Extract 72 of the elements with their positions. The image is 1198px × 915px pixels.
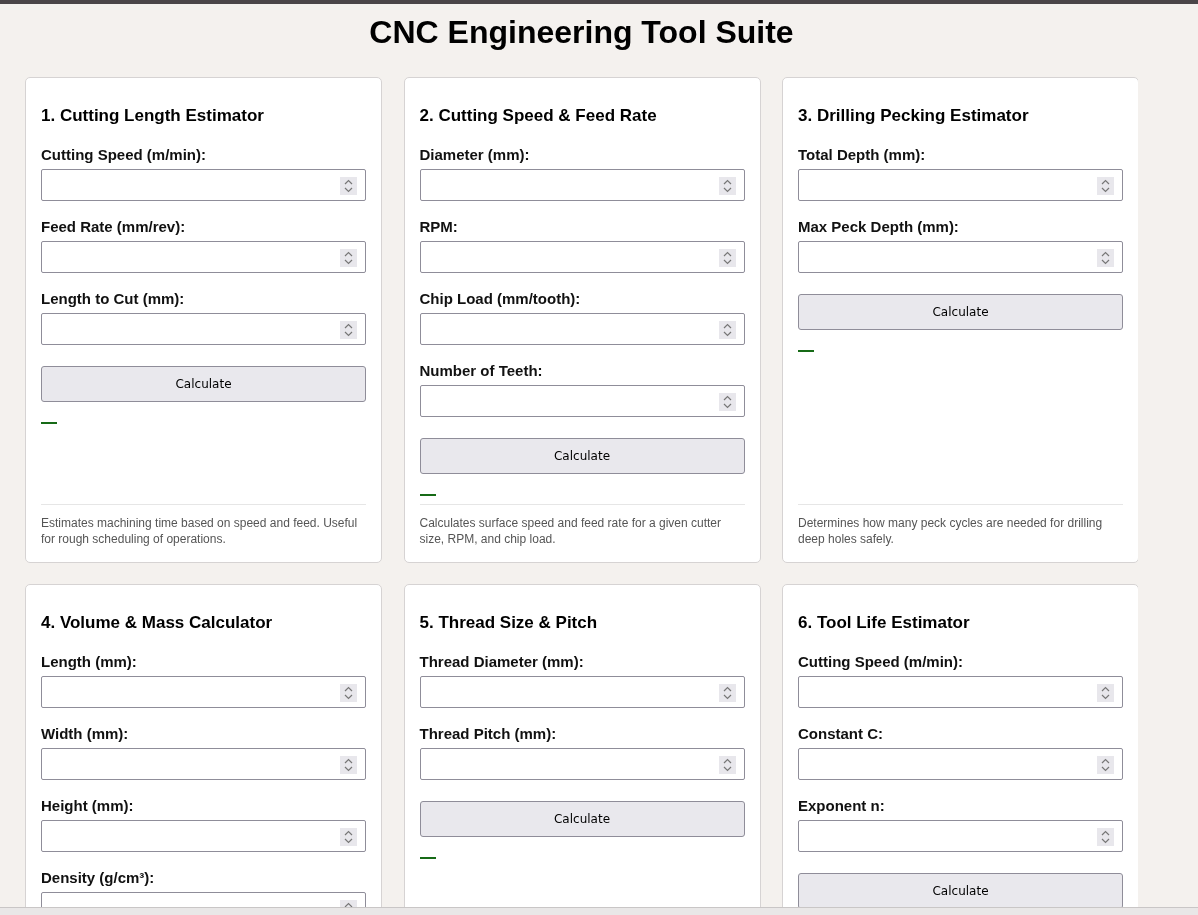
- input-field[interactable]: [41, 169, 366, 201]
- input-field[interactable]: [798, 820, 1123, 852]
- field-label: Density (g/cm³):: [41, 869, 156, 887]
- spinner-icon[interactable]: [718, 684, 736, 702]
- spinner-icon[interactable]: [718, 177, 736, 195]
- spinner-icon[interactable]: [340, 828, 357, 846]
- input-field[interactable]: [798, 241, 1123, 273]
- card-title: 2. Cutting Speed & Feed Rate: [419, 106, 658, 126]
- input-field[interactable]: [41, 676, 366, 708]
- spinner-icon[interactable]: [1097, 249, 1114, 267]
- spinner-icon[interactable]: [1097, 684, 1114, 702]
- card-description: Determines how many peck cycles are needed for drilling deep holes safely.: [798, 515, 1104, 547]
- field-label: Width (mm):: [41, 725, 130, 743]
- scrollbar[interactable]: [0, 907, 1198, 915]
- field-label: Max Peck Depth (mm):: [798, 218, 960, 236]
- field-label: Cutting Speed (m/min):: [41, 146, 207, 164]
- spinner-icon[interactable]: [718, 249, 736, 267]
- field-label: Diameter (mm):: [419, 146, 531, 164]
- input-field[interactable]: [419, 241, 745, 273]
- input-field[interactable]: [41, 241, 366, 273]
- card-title: 6. Tool Life Estimator: [798, 613, 971, 633]
- input-field[interactable]: [41, 748, 366, 780]
- calculate-button[interactable]: Calculate: [419, 801, 745, 837]
- input-field[interactable]: [798, 169, 1123, 201]
- result-line: [419, 857, 436, 859]
- input-field[interactable]: [419, 313, 745, 345]
- input-field[interactable]: [798, 748, 1123, 780]
- field-label: Feed Rate (mm/rev):: [41, 218, 187, 236]
- result-line: [41, 422, 57, 424]
- input-field[interactable]: [798, 676, 1123, 708]
- card-title: 3. Drilling Pecking Estimator: [798, 106, 1030, 126]
- calculate-button[interactable]: Calculate: [419, 438, 745, 474]
- page-title: CNC Engineering Tool Suite: [368, 14, 795, 51]
- spinner-icon[interactable]: [718, 321, 736, 339]
- input-field[interactable]: [41, 313, 366, 345]
- input-field[interactable]: [419, 385, 745, 417]
- card-title: 4. Volume & Mass Calculator: [41, 613, 274, 633]
- input-field[interactable]: [41, 820, 366, 852]
- calculate-button[interactable]: Calculate: [798, 294, 1123, 330]
- field-label: Length to Cut (mm):: [41, 290, 186, 308]
- spinner-icon[interactable]: [1097, 756, 1114, 774]
- card-description: Calculates surface speed and feed rate for a given cutter size, RPM, and chip load.: [419, 515, 722, 547]
- field-label: Height (mm):: [41, 797, 135, 815]
- spinner-icon[interactable]: [1097, 828, 1114, 846]
- card-title: 1. Cutting Length Estimator: [41, 106, 265, 126]
- result-line: [419, 494, 436, 496]
- calculate-button[interactable]: Calculate: [798, 873, 1123, 907]
- result-line: [798, 350, 814, 352]
- input-field[interactable]: [419, 676, 745, 708]
- field-label: Cutting Speed (m/min):: [798, 653, 964, 671]
- spinner-icon[interactable]: [718, 756, 736, 774]
- spinner-icon[interactable]: [340, 321, 357, 339]
- spinner-icon[interactable]: [340, 249, 357, 267]
- spinner-icon[interactable]: [1097, 177, 1114, 195]
- field-label: RPM:: [419, 218, 459, 236]
- field-label: Constant C:: [798, 725, 884, 743]
- spinner-icon[interactable]: [340, 684, 357, 702]
- card-title: 5. Thread Size & Pitch: [419, 613, 599, 633]
- spinner-icon[interactable]: [340, 177, 357, 195]
- input-field[interactable]: [419, 748, 745, 780]
- field-label: Number of Teeth:: [419, 362, 544, 380]
- field-label: Chip Load (mm/tooth):: [419, 290, 582, 308]
- spinner-icon[interactable]: [340, 756, 357, 774]
- spinner-icon[interactable]: [718, 393, 736, 411]
- field-label: Thread Diameter (mm):: [419, 653, 585, 671]
- field-label: Length (mm):: [41, 653, 138, 671]
- card-description: Estimates machining time based on speed and feed. Useful for rough scheduling of operations.: [41, 515, 359, 547]
- field-label: Exponent n:: [798, 797, 886, 815]
- field-label: Total Depth (mm):: [798, 146, 927, 164]
- field-label: Thread Pitch (mm):: [419, 725, 558, 743]
- input-field[interactable]: [419, 169, 745, 201]
- calculate-button[interactable]: Calculate: [41, 366, 366, 402]
